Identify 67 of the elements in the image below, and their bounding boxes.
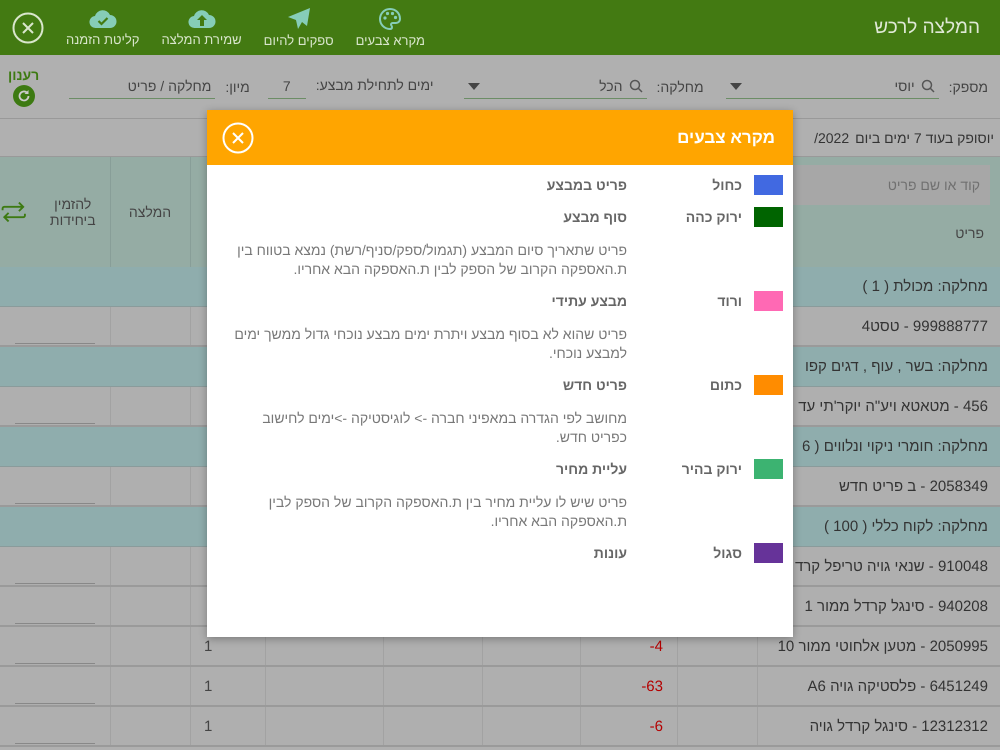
table-cell: -4 <box>650 638 663 654</box>
item-name: 6451249 - פלסטיקה גויה A6 <box>808 678 988 694</box>
item-name: 2050995 - מטען אלחוטי ממור 10 <box>778 638 988 654</box>
legend-title: פריט חדש <box>562 376 627 395</box>
send-icon <box>286 7 311 31</box>
item-name: 2058349 - ב פריט חדש <box>838 478 988 494</box>
swap-icon[interactable] <box>0 200 28 224</box>
close-icon <box>12 12 44 44</box>
legend-description: פריט שתאריך סיום המבצע (תגמול/ספק/סניף/רשת) נמצא בטווח בין ת.האספקה הקרוב של הספק לבין ת.האספקה הבא אחריו. <box>236 241 627 279</box>
table-cell: 1 <box>204 678 212 694</box>
column-header: המלצה <box>128 204 172 220</box>
legend-title: עליית מחיר <box>554 460 627 479</box>
group-row-label: מחלקה: בשר , עוף , דגים קפו <box>804 358 988 375</box>
group-row-label: מחלקה: חומרי ניקוי ונלווים ( 6 <box>802 438 988 455</box>
legend-title: סוף מבצע <box>562 208 627 227</box>
toolbar-button[interactable]: שמירת המלצה <box>161 8 242 47</box>
group-row-label: מחלקה: לקוח כללי ( 100 ) <box>824 518 988 535</box>
toolbar-button[interactable]: מקרא צבעים <box>356 7 425 48</box>
palette-icon <box>378 7 402 31</box>
table-cell: -6 <box>650 718 663 734</box>
cloud-check-icon <box>88 8 117 30</box>
table-cell: -63 <box>641 678 663 694</box>
color-name: כתום <box>708 376 743 395</box>
refresh-icon <box>12 84 35 106</box>
refresh-button[interactable]: רענון <box>8 66 40 106</box>
toolbar-button[interactable]: ספקים להיום <box>264 7 334 48</box>
item-name: 456 - מטאטא ויע"ה יוקר'תי עד <box>798 398 988 414</box>
field-label: מחלקה: <box>656 78 704 94</box>
caret-icon <box>730 82 742 90</box>
department-dropdown[interactable]: הכל <box>464 74 646 99</box>
delivery-note: יוסופק בעוד 7 ימים ביום <box>855 130 994 146</box>
dialog-title: מקרא צבעים <box>677 128 775 148</box>
legend-title: עונות <box>592 544 627 563</box>
close-icon <box>222 122 254 154</box>
search-icon <box>628 79 642 93</box>
color-name: כחול <box>711 176 743 195</box>
table-cell: 1 <box>204 718 212 734</box>
sort-field[interactable]: מחלקה / פריט <box>69 74 216 98</box>
table-cell: 1 <box>204 638 212 654</box>
item-name: 940208 - סינגל קרדל ממור 1 <box>804 598 988 614</box>
color-name: ירוק בהיר <box>680 460 743 479</box>
column-header: להזמין ביחידות <box>48 196 97 228</box>
field-label: מספק: <box>948 78 988 94</box>
delivery-date: /2022 <box>814 130 850 146</box>
legend-title: מבצע עתידי <box>550 292 627 311</box>
legend-description: פריט שהוא לא בסוף מבצע ויתרת ימים מבצע נוכחי גדול ממשך ימים למבצע נוכחי. <box>233 325 627 363</box>
search-icon <box>920 79 935 93</box>
caret-icon <box>468 82 480 90</box>
legend-description: פריט שיש לו עליית מחיר בין ת.האספקה הקרוב של הספק לבין ת.האספקה הבא אחריו. <box>268 493 627 531</box>
page-title: המלצה לרכש <box>874 16 980 38</box>
column-header: פריט <box>954 225 985 241</box>
cloud-upload-icon <box>188 8 216 30</box>
days-field[interactable]: 7 <box>268 74 306 98</box>
legend-title: פריט במבצע <box>546 176 627 195</box>
supplier-dropdown[interactable]: יוסי <box>726 74 939 99</box>
toolbar-button[interactable]: קליטת הזמנה <box>66 8 140 47</box>
group-row-label: מחלקה: מכולת ( 1 ) <box>862 278 988 295</box>
item-name: 12312312 - סינגל קרדל גויה <box>810 718 988 734</box>
legend-description: מחושב לפי הגדרה במאפיני חברה -> לוגיסטיקה ->ימים לחישוב כפריט חדש. <box>261 409 627 447</box>
field-label: ימים לתחילת מבצע: <box>316 77 434 93</box>
field-label: מיון: <box>225 78 250 94</box>
color-name: ירוק כהה <box>684 208 743 227</box>
color-name: ורוד <box>716 292 743 311</box>
item-name: 999888777 - טסט4 <box>862 318 988 334</box>
item-name: 910048 - שנאי גויה טריפל קרד <box>794 558 988 574</box>
close-button[interactable] <box>12 12 44 44</box>
color-name: סגול <box>712 544 743 563</box>
